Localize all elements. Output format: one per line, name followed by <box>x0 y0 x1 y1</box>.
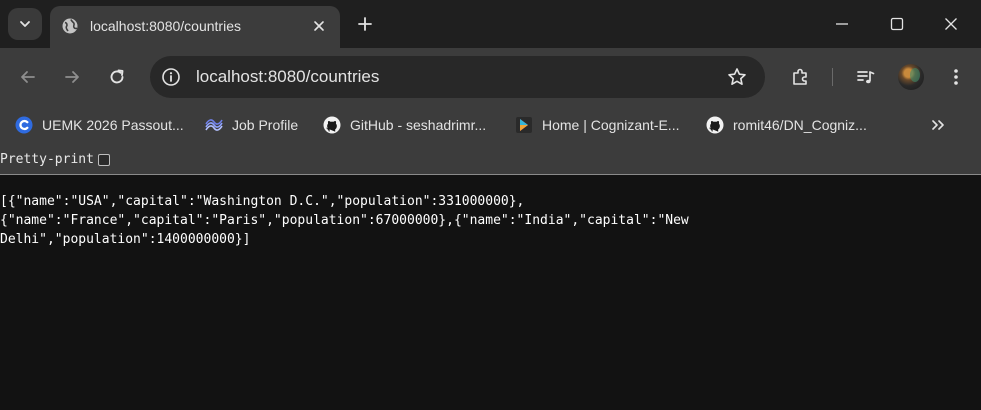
tab-search-button[interactable] <box>8 8 42 40</box>
pretty-print-label: Pretty-print <box>0 152 94 167</box>
pretty-print-toggle[interactable]: Pretty-print <box>0 152 110 168</box>
minimize-button[interactable] <box>827 10 857 38</box>
address-bar[interactable]: localhost:8080/countries <box>150 56 765 98</box>
url-text: localhost:8080/countries <box>196 67 380 86</box>
cognizant-icon <box>515 116 533 134</box>
close-icon[interactable] <box>308 15 330 37</box>
media-controls-button[interactable] <box>851 62 881 92</box>
pretty-print-bar: Pretty-print <box>0 144 981 175</box>
arrow-right-icon <box>63 68 81 86</box>
maximize-icon <box>890 17 904 31</box>
bookmark-label: GitHub - seshadrimr... <box>350 117 487 133</box>
toolbar: localhost:8080/countries <box>0 48 981 106</box>
bookmark-item[interactable]: Job Profile <box>205 114 298 136</box>
bookmark-label: UEMK 2026 Passout... <box>42 117 184 133</box>
close-icon <box>944 17 958 31</box>
forward-button[interactable] <box>57 62 87 92</box>
arrow-left-icon <box>19 68 37 86</box>
bookmark-label: romit46/DN_Cogniz... <box>733 117 867 133</box>
new-tab-button[interactable] <box>352 11 378 37</box>
globe-icon <box>60 16 80 36</box>
puzzle-icon <box>790 67 810 87</box>
double-chevron-right-icon <box>930 117 946 133</box>
github-icon <box>706 116 724 134</box>
more-vert-icon <box>953 67 959 87</box>
browser-window: localhost:8080/countries localhost:8080/… <box>0 0 981 410</box>
bookmark-star-icon[interactable] <box>725 65 749 89</box>
bookmark-item[interactable]: Home | Cognizant-E... <box>515 114 679 136</box>
github-icon <box>323 116 341 134</box>
job-profile-icon <box>205 116 223 134</box>
minimize-icon <box>835 17 849 31</box>
toolbar-separator <box>832 68 833 86</box>
menu-button[interactable] <box>941 62 971 92</box>
tab-strip: localhost:8080/countries <box>0 0 981 48</box>
c-logo-icon <box>15 116 33 134</box>
site-info-icon[interactable] <box>160 66 182 88</box>
profile-avatar[interactable] <box>898 64 924 90</box>
reload-button[interactable] <box>102 62 132 92</box>
maximize-button[interactable] <box>882 10 912 38</box>
reload-icon <box>108 68 126 86</box>
playlist-music-icon <box>856 67 876 87</box>
bookmark-item[interactable]: GitHub - seshadrimr... <box>323 114 486 136</box>
back-button[interactable] <box>13 62 43 92</box>
pretty-print-checkbox[interactable] <box>97 154 110 166</box>
bookmarks-bar: UEMK 2026 Passout... Job Profile GitHub … <box>0 106 981 144</box>
tab-title: localhost:8080/countries <box>90 18 241 34</box>
bookmark-item[interactable]: UEMK 2026 Passout... <box>15 114 184 136</box>
tab-active[interactable]: localhost:8080/countries <box>50 6 340 48</box>
bookmark-label: Home | Cognizant-E... <box>542 117 680 133</box>
chevron-down-icon <box>18 17 32 31</box>
close-window-button[interactable] <box>936 10 966 38</box>
plus-icon <box>357 16 373 32</box>
json-response-body: [{"name":"USA","capital":"Washington D.C… <box>0 194 689 247</box>
bookmark-item[interactable]: romit46/DN_Cogniz... <box>706 114 867 136</box>
bookmark-label: Job Profile <box>232 117 299 133</box>
more-bookmarks-button[interactable] <box>926 114 950 136</box>
extensions-button[interactable] <box>785 62 815 92</box>
